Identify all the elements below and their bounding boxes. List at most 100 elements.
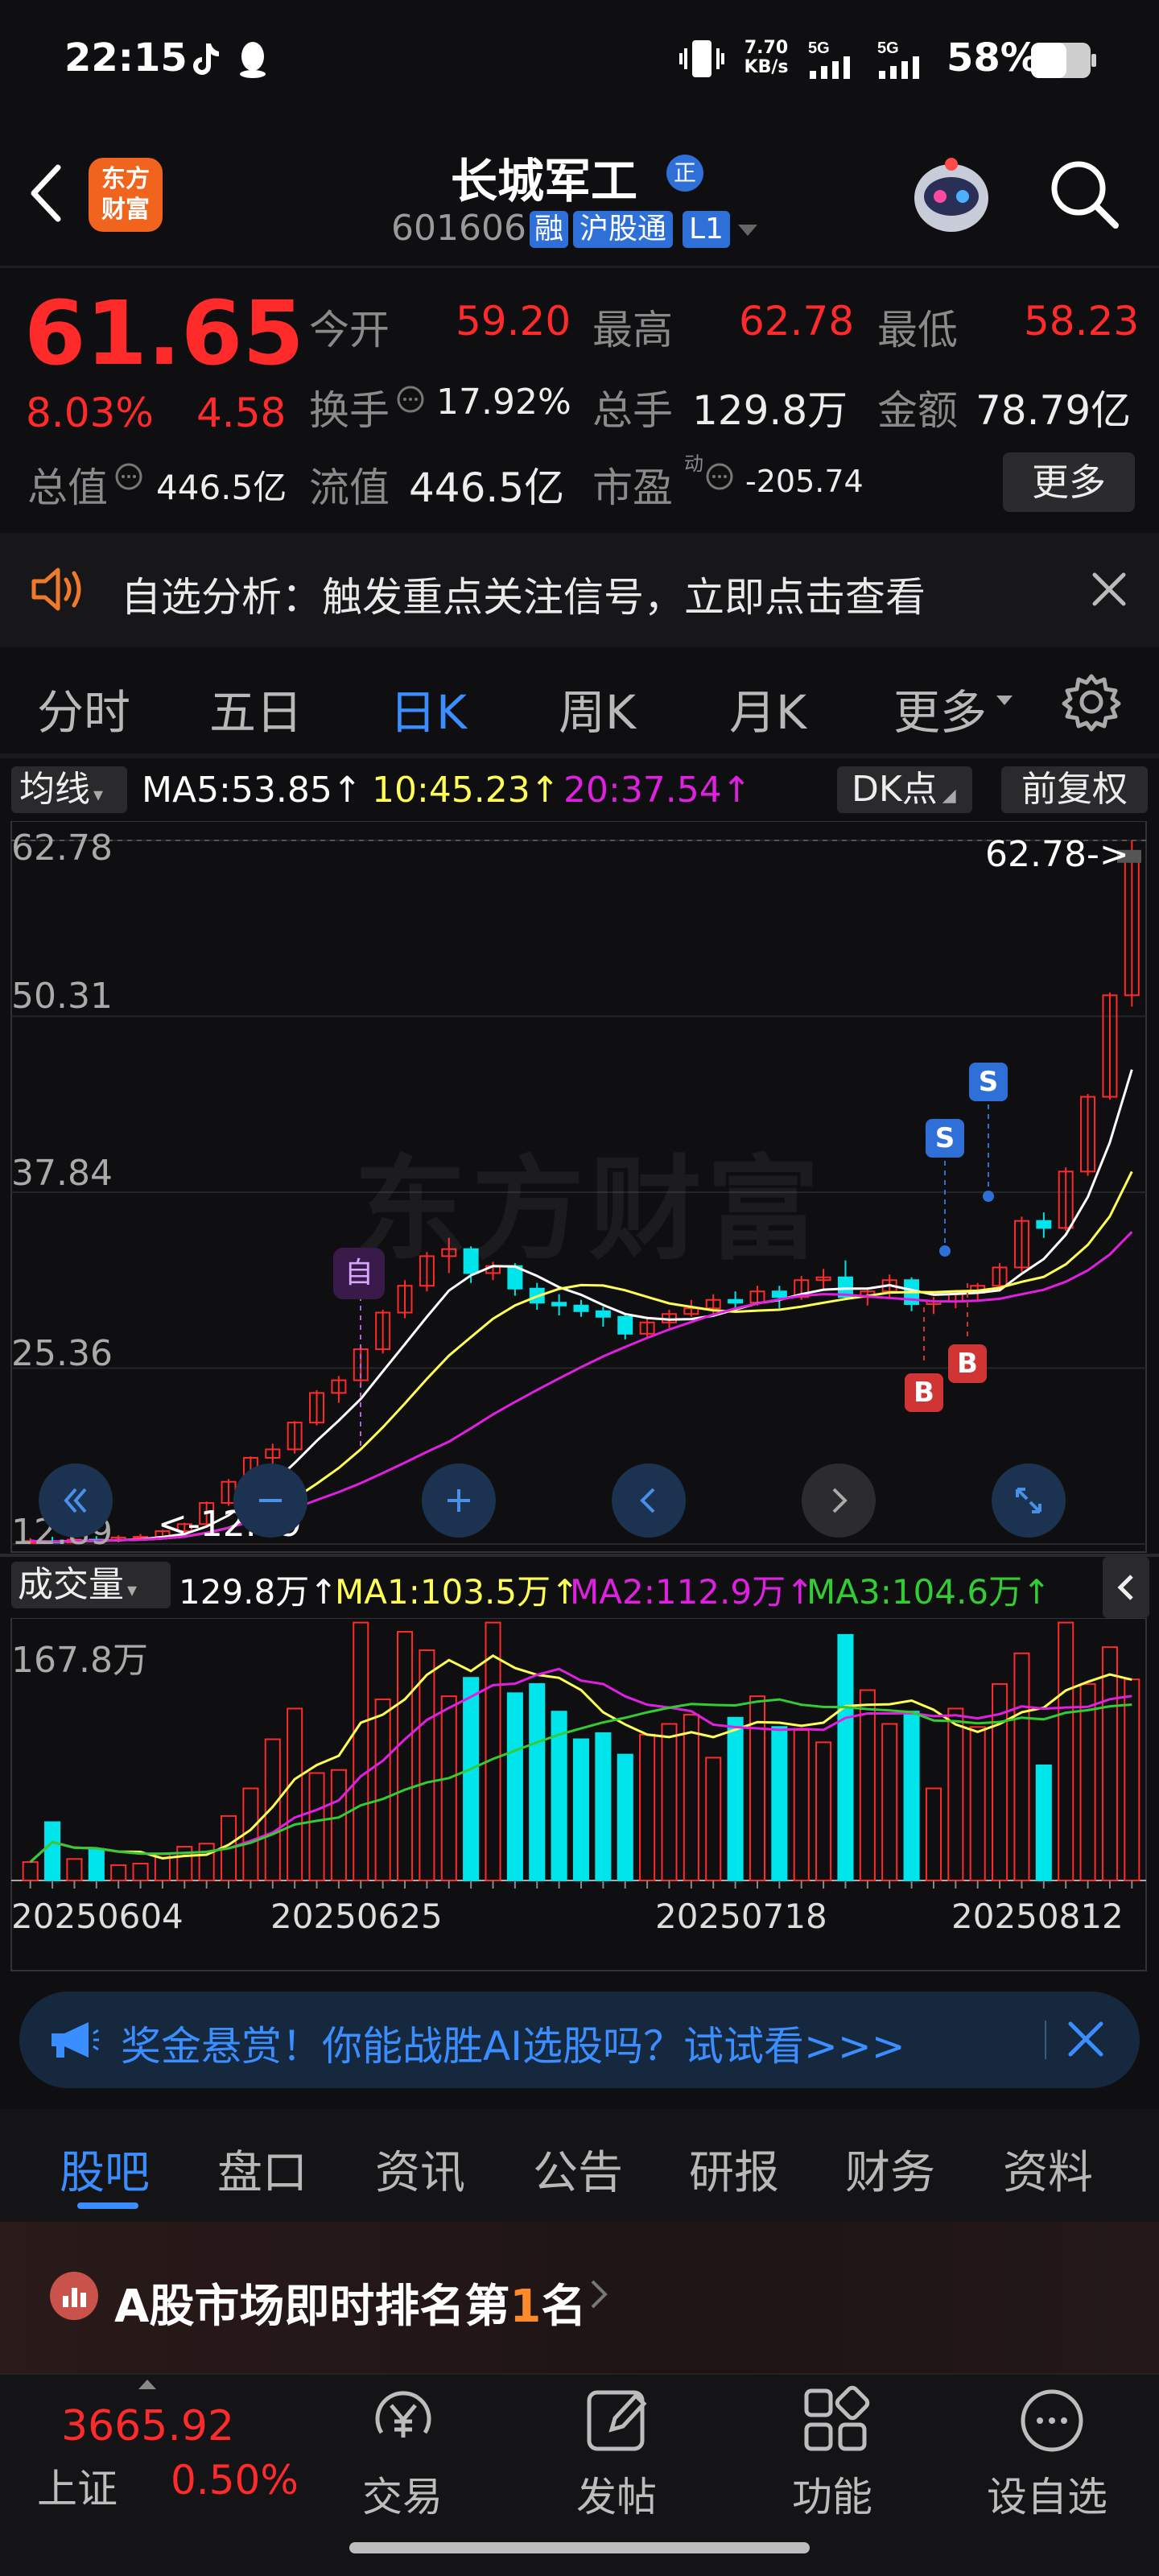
more-button[interactable]: 更多 bbox=[1003, 452, 1135, 512]
ma-selector[interactable]: 均线 ▾ bbox=[11, 766, 127, 813]
tab-pankou[interactable]: 盘口 bbox=[217, 2136, 307, 2202]
low-value: 58.23 bbox=[1024, 298, 1140, 345]
ranking-card[interactable]: A股市场即时排名第1名 bbox=[0, 2222, 1159, 2375]
watermark: 东方财富 bbox=[354, 1145, 825, 1276]
chevron-down-icon[interactable] bbox=[736, 222, 760, 242]
promo-text: 奖金悬赏！你能战胜AI选股吗？试试看>>> bbox=[121, 2023, 905, 2070]
volume-bar bbox=[396, 1631, 414, 1881]
volume-bar bbox=[374, 1698, 391, 1881]
sell-signal-tag[interactable]: S bbox=[969, 1063, 1008, 1101]
features-label[interactable]: 功能 bbox=[792, 2465, 872, 2523]
tab-announcements[interactable]: 公告 bbox=[533, 2136, 623, 2202]
info-icon[interactable] bbox=[705, 462, 734, 494]
features-grid-icon[interactable] bbox=[800, 2384, 872, 2460]
ma20-value: 20:37.54↑ bbox=[563, 770, 752, 811]
tab-daily-k[interactable]: 日K bbox=[390, 675, 467, 742]
dk-point-button[interactable]: DK点 ◢ bbox=[837, 766, 972, 813]
change-amount: 4.58 bbox=[196, 390, 287, 436]
volume-label: 总手 bbox=[592, 387, 673, 434]
close-icon[interactable] bbox=[1066, 2019, 1106, 2062]
scroll-left-button[interactable] bbox=[612, 1463, 686, 1538]
volume-bar bbox=[925, 1787, 942, 1881]
robot-avatar-icon[interactable] bbox=[903, 151, 1000, 243]
sell-signal-tag[interactable]: S bbox=[926, 1119, 964, 1158]
volume-bar bbox=[1101, 1646, 1118, 1882]
buy-signal-tag[interactable]: B bbox=[948, 1344, 987, 1383]
search-icon[interactable] bbox=[1048, 158, 1120, 233]
jump-start-button[interactable] bbox=[39, 1463, 113, 1538]
compose-post-icon[interactable] bbox=[583, 2384, 655, 2460]
info-icon[interactable] bbox=[114, 462, 143, 494]
collapse-button[interactable] bbox=[1103, 1557, 1149, 1618]
vibrate-icon bbox=[678, 37, 726, 84]
alert-banner[interactable]: 自选分析：触发重点关注信号，立即点击查看 bbox=[0, 533, 1159, 647]
info-icon[interactable] bbox=[396, 385, 425, 417]
battery-percent: 58% bbox=[947, 35, 1039, 80]
zoom-out-button[interactable] bbox=[233, 1463, 307, 1538]
volume-bar bbox=[595, 1732, 612, 1881]
index-value[interactable]: 3665.92 bbox=[61, 2402, 234, 2450]
y-label-4: 25.36 bbox=[11, 1333, 113, 1374]
tab-profile[interactable]: 资料 bbox=[1003, 2136, 1093, 2202]
divider bbox=[0, 1554, 1159, 1557]
volume-bar bbox=[22, 1861, 39, 1881]
volume-bar bbox=[793, 1729, 810, 1881]
caret-up-icon bbox=[137, 2378, 158, 2394]
high-value: 62.78 bbox=[739, 298, 855, 345]
volume-current: 129.8万↑ bbox=[179, 1572, 338, 1612]
volume-bar bbox=[837, 1633, 854, 1882]
kline-chart[interactable]: 东方财富 62.78 50.31 37.84 25.36 12.89 62.78… bbox=[0, 820, 1159, 1554]
amount-value: 78.79亿 bbox=[975, 387, 1132, 434]
trade-yen-icon[interactable] bbox=[367, 2384, 439, 2460]
volume-bar bbox=[1124, 1678, 1140, 1881]
stock-code: 601606 bbox=[391, 208, 526, 249]
app-logo[interactable]: 东方 财富 bbox=[89, 158, 163, 232]
volume-bar bbox=[463, 1677, 480, 1881]
index-name[interactable]: 上证 bbox=[37, 2457, 118, 2515]
self-select-tag[interactable]: 自 bbox=[333, 1248, 385, 1299]
promo-banner[interactable]: 奖金悬赏！你能战胜AI选股吗？试试看>>> bbox=[19, 1992, 1140, 2088]
volume-selector[interactable]: 成交量 ▾ bbox=[11, 1562, 171, 1608]
back-icon[interactable] bbox=[26, 161, 66, 229]
high-marker: 62.78-> bbox=[985, 834, 1129, 875]
buy-signal-tag[interactable]: B bbox=[905, 1373, 943, 1412]
close-icon[interactable] bbox=[1091, 572, 1127, 610]
watchlist-label[interactable]: 设自选 bbox=[987, 2465, 1107, 2523]
fullscreen-button[interactable] bbox=[992, 1463, 1066, 1538]
volume-ma3: MA3:104.6万↑ bbox=[806, 1572, 1051, 1612]
scroll-right-button[interactable] bbox=[802, 1463, 876, 1538]
volume-bar bbox=[419, 1649, 435, 1882]
volume-ma2: MA2:112.9万↑ bbox=[570, 1572, 815, 1612]
tab-weekly-k[interactable]: 周K bbox=[559, 675, 636, 742]
candle-body bbox=[617, 1315, 633, 1335]
volume-bar bbox=[132, 1863, 149, 1881]
post-label[interactable]: 发帖 bbox=[576, 2465, 657, 2523]
net-speed: 7.70 KB/s bbox=[744, 38, 789, 77]
trade-label[interactable]: 交易 bbox=[362, 2465, 443, 2523]
zoom-in-button[interactable] bbox=[422, 1463, 496, 1538]
adjust-button[interactable]: 前复权 bbox=[1001, 766, 1148, 813]
volume-bar bbox=[639, 1733, 656, 1881]
float-label: 流值 bbox=[309, 464, 390, 511]
tab-financials[interactable]: 财务 bbox=[845, 2136, 935, 2202]
hgt-tag: 沪股通 bbox=[573, 211, 674, 248]
tab-intraday[interactable]: 分时 bbox=[37, 675, 130, 742]
tab-five-day[interactable]: 五日 bbox=[209, 675, 303, 742]
tab-research[interactable]: 研报 bbox=[689, 2136, 779, 2202]
tab-indicator bbox=[77, 2202, 138, 2209]
tab-monthly-k[interactable]: 月K bbox=[729, 675, 806, 742]
index-change[interactable]: 0.50% bbox=[171, 2457, 299, 2504]
volume-bar bbox=[947, 1707, 964, 1881]
volume-bar bbox=[485, 1621, 501, 1882]
tab-news[interactable]: 资讯 bbox=[375, 2136, 465, 2202]
volume-bar bbox=[727, 1716, 744, 1882]
tab-more[interactable]: 更多 bbox=[893, 675, 987, 742]
signal-icon: 5G bbox=[808, 39, 864, 84]
add-watchlist-icon[interactable] bbox=[1016, 2384, 1088, 2460]
volume-chart[interactable]: 167.8万 20250604 20250625 20250718 202508… bbox=[0, 1617, 1159, 1972]
volume-bar bbox=[1079, 1682, 1096, 1881]
settings-gear-icon[interactable] bbox=[1061, 671, 1122, 736]
volume-bar bbox=[506, 1692, 523, 1881]
stock-detail-screen: { "status_bar": {"time": "22:15", "net_s… bbox=[0, 0, 1159, 2576]
tab-guba[interactable]: 股吧 bbox=[60, 2136, 150, 2202]
